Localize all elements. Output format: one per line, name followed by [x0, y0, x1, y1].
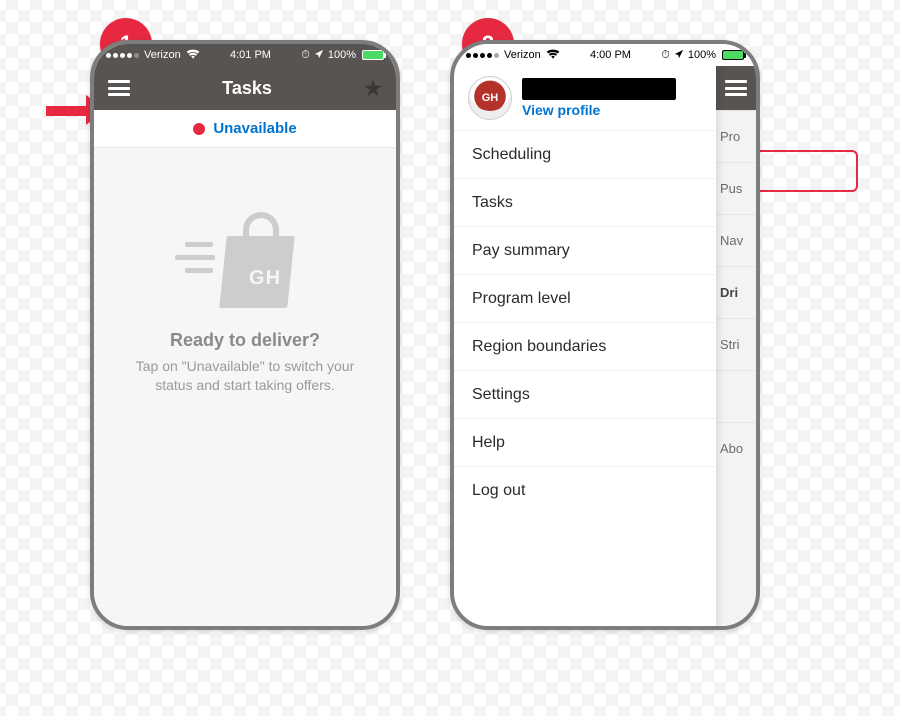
peek-item: Pus [716, 162, 756, 214]
battery-pct: 100% [688, 49, 716, 61]
battery-icon [722, 50, 744, 60]
clock: 4:00 PM [590, 49, 631, 61]
hamburger-icon[interactable] [108, 80, 130, 96]
cta-title: Ready to deliver? [170, 330, 320, 351]
drawer-item-help[interactable]: Help [454, 418, 716, 466]
bag-illustration-icon: GH [175, 208, 315, 308]
drawer-item-region-boundaries[interactable]: Region boundaries [454, 322, 716, 370]
alarm-icon: ⏱ [301, 49, 310, 62]
wifi-icon [186, 48, 200, 62]
drawer-item-log-out[interactable]: Log out [454, 466, 716, 514]
peek-item: Abo [716, 422, 756, 474]
battery-icon [362, 50, 384, 60]
status-bar: Verizon 4:01 PM ⏱ 100% [94, 44, 396, 66]
nav-drawer: GH View profile SchedulingTasksPay summa… [454, 66, 716, 626]
battery-pct: 100% [328, 49, 356, 61]
carrier-label: Verizon [504, 49, 541, 61]
star-with-person-icon[interactable]: ★ [364, 76, 382, 101]
alarm-icon: ⏱ [661, 49, 670, 62]
peek-item: Stri [716, 318, 756, 370]
drawer-item-scheduling[interactable]: Scheduling [454, 130, 716, 178]
phone-tasks: Verizon 4:01 PM ⏱ 100% Tasks ★ Unava [90, 40, 400, 630]
carrier-label: Verizon [144, 49, 181, 61]
availability-toggle[interactable]: Unavailable [94, 110, 396, 148]
cta-subtitle: Tap on "Unavailable" to switch your stat… [122, 357, 368, 395]
drawer-item-settings[interactable]: Settings [454, 370, 716, 418]
status-dot-icon [193, 123, 205, 135]
location-icon [674, 49, 684, 62]
bag-text: GH [249, 267, 282, 290]
drawer-menu: SchedulingTasksPay summaryProgram levelR… [454, 130, 716, 514]
status-bar: Verizon 4:00 PM ⏱ 100% [454, 44, 756, 66]
username-redacted [522, 78, 676, 100]
peek-item: Nav [716, 214, 756, 266]
peek-item [716, 370, 756, 422]
availability-label: Unavailable [213, 120, 296, 137]
view-profile-link[interactable]: View profile [522, 102, 676, 118]
tasks-body: GH Ready to deliver? Tap on "Unavailable… [94, 148, 396, 626]
peek-item: Pro [716, 110, 756, 162]
wifi-icon [546, 48, 560, 62]
hamburger-icon[interactable] [725, 80, 747, 96]
signal-icon [466, 53, 499, 58]
peek-item: Dri [716, 266, 756, 318]
signal-icon [106, 53, 139, 58]
drawer-item-pay-summary[interactable]: Pay summary [454, 226, 716, 274]
avatar-text: GH [482, 92, 499, 104]
location-icon [314, 49, 324, 62]
clock: 4:01 PM [230, 49, 271, 61]
drawer-item-program-level[interactable]: Program level [454, 274, 716, 322]
page-title: Tasks [130, 78, 364, 99]
profile-row[interactable]: GH View profile [454, 66, 716, 130]
phone-drawer-open: Verizon 4:00 PM ⏱ 100% ProPu [450, 40, 760, 630]
main-screen-peek: ProPusNavDriStri Abo [716, 66, 756, 626]
drawer-item-tasks[interactable]: Tasks [454, 178, 716, 226]
avatar: GH [468, 76, 512, 120]
app-header: Tasks ★ [94, 66, 396, 110]
